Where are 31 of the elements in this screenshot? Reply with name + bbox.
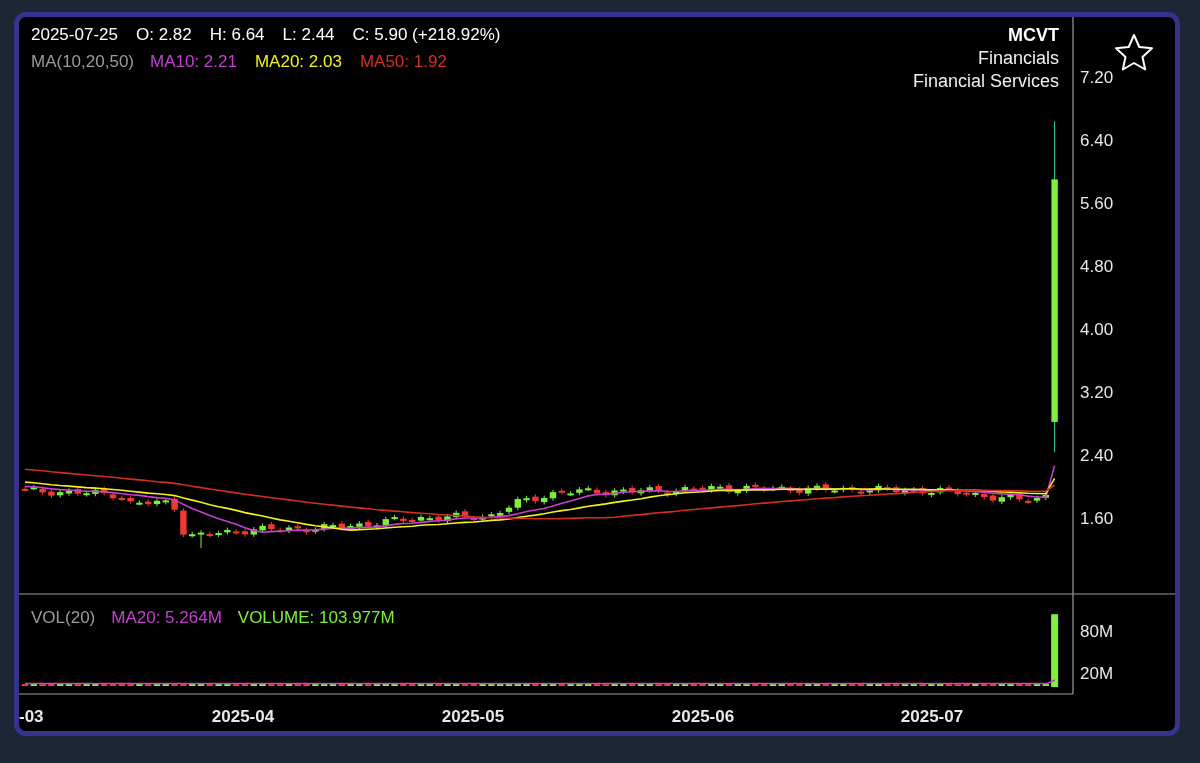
- date-tick-label: -03: [19, 707, 44, 726]
- price-tick-label: 1.60: [1080, 509, 1114, 528]
- sector-label: Financials: [977, 48, 1059, 68]
- star-icon[interactable]: [1115, 34, 1153, 71]
- indicator-label: MA(10,20,50): [31, 52, 134, 71]
- price-tick-label: 4.80: [1080, 257, 1114, 276]
- ma-value: MA10: 2.21: [150, 52, 237, 71]
- industry-label: Financial Services: [912, 71, 1059, 91]
- volume-value: VOLUME: 103.977M: [237, 608, 395, 627]
- date-tick-label: 2025-05: [441, 707, 505, 726]
- ohlc-value: H: 6.64: [209, 25, 265, 44]
- ticker-symbol: MCVT: [1008, 25, 1059, 45]
- date-tick-label: 2025-06: [671, 707, 735, 726]
- volume-indicator-label: VOL(20): [31, 608, 96, 627]
- price-tick-label: 7.20: [1080, 68, 1114, 87]
- ohlc-value: O: 2.82: [135, 25, 192, 44]
- price-tick-label: 5.60: [1080, 194, 1114, 213]
- date-tick-label: 2025-04: [211, 707, 275, 726]
- ohlc-value: L: 2.44: [282, 25, 335, 44]
- volume-tick-label: 80M: [1080, 622, 1114, 641]
- volume-ma-value: MA20: 5.264M: [111, 608, 222, 627]
- price-tick-label: 6.40: [1080, 131, 1114, 150]
- price-tick-label: 3.20: [1080, 383, 1114, 402]
- volume-tick-label: 20M: [1080, 664, 1114, 683]
- ohlc-value: C: 5.90 (+218.92%): [352, 25, 501, 44]
- ma-value: MA20: 2.03: [254, 52, 342, 71]
- price-tick-label: 2.40: [1080, 446, 1114, 465]
- date-label: 2025-07-25: [31, 25, 118, 44]
- ma-value: MA50: 1.92: [359, 52, 447, 71]
- price-tick-label: 4.00: [1080, 320, 1114, 339]
- date-tick-label: 2025-07: [900, 707, 964, 726]
